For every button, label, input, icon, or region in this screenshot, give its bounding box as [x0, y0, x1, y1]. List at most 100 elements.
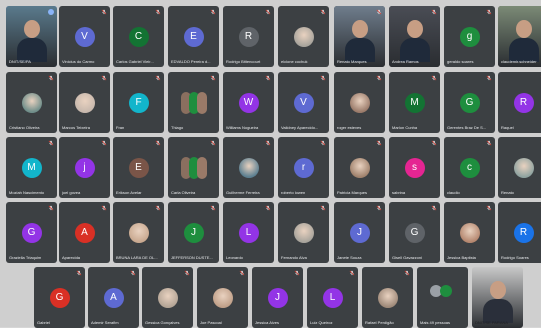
participant-tile[interactable]: claudemir.schneider — [498, 6, 541, 67]
pin-icon[interactable] — [48, 9, 54, 15]
participant-tile[interactable]: Joe Pascoal — [197, 267, 248, 328]
participant-tile[interactable]: Renato — [498, 137, 541, 198]
participant-tile[interactable]: j joel govea — [59, 137, 110, 198]
participant-avatar: G — [49, 288, 70, 308]
participant-tile[interactable]: V Vinicius do Carmo — [59, 6, 110, 67]
person-silhouette — [515, 20, 532, 38]
mic-off-icon — [155, 9, 161, 15]
participant-tile[interactable]: elcione cochuk — [278, 6, 329, 67]
participant-avatar: M — [404, 93, 425, 113]
participant-tile[interactable]: DNIT/SE PARANA — [472, 267, 523, 328]
participant-name: claudemir.schneider — [501, 59, 537, 64]
participant-tile[interactable]: G Graziella Triaquim — [6, 202, 57, 263]
participant-tile[interactable]: Rafael Perdigão — [362, 267, 413, 328]
participant-avatar: G — [404, 223, 425, 243]
participant-name: Carla Oliveira — [171, 190, 196, 195]
participant-tile[interactable]: Mais 49 pessoas — [417, 267, 468, 328]
participant-tile[interactable]: Carla Oliveira — [168, 137, 219, 198]
person-silhouette — [351, 20, 368, 38]
participant-name: Vaildney Aparecido... — [281, 125, 319, 130]
participant-avatar: G — [21, 223, 42, 243]
mic-off-icon — [101, 140, 107, 146]
profile-photo — [349, 93, 370, 113]
participant-name: Erikson Avelar — [116, 190, 142, 195]
participant-tile[interactable]: R Rodrigo Bittencourt — [223, 6, 274, 67]
profile-photo — [293, 223, 314, 243]
participant-avatar: E — [128, 158, 149, 178]
participant-avatar: M — [21, 158, 42, 178]
participant-name: Guilherme Ferreira — [226, 190, 260, 195]
mic-off-icon — [320, 9, 326, 15]
participant-tile[interactable]: g geraldo soares — [444, 6, 495, 67]
participant-name: Andrea Ramos — [392, 59, 419, 64]
participant-tile[interactable]: M Moziah Nascimento — [6, 137, 57, 198]
participant-tile[interactable]: L Leonardo — [223, 202, 274, 263]
participant-tile[interactable]: R Rodrigo Soares — [498, 202, 541, 263]
participant-avatar: A — [103, 288, 124, 308]
participant-avatar: J — [267, 288, 288, 308]
participant-tile[interactable]: Guilherme Ferreira — [223, 137, 274, 198]
participant-tile[interactable]: L Luiz Queiroz — [307, 267, 358, 328]
participant-name: Fernando Alva — [281, 255, 307, 260]
participant-tile[interactable]: J Janete Souza — [334, 202, 385, 263]
participant-avatar: A — [74, 223, 95, 243]
participant-tile[interactable]: V Vaildney Aparecido... — [278, 72, 329, 133]
participant-name: BRUNA LARA DE OL... — [116, 255, 158, 260]
participant-avatar: V — [293, 93, 314, 113]
participant-tile[interactable]: G Gisell Gavazzoni — [389, 202, 440, 263]
mic-off-icon — [376, 75, 382, 81]
mic-off-icon — [349, 270, 355, 276]
participant-tile[interactable]: E Erikson Avelar — [113, 137, 164, 198]
participant-tile[interactable]: C Carlos Gabriel Vieir... — [113, 6, 164, 67]
participant-name: Ademir Serafim — [91, 320, 119, 325]
mic-off-icon — [210, 205, 216, 211]
participant-tile[interactable]: J Jessica Alves — [252, 267, 303, 328]
participant-tile[interactable]: Cristiano Oliveira — [6, 72, 57, 133]
participant-tile[interactable]: Renato Marques — [334, 6, 385, 67]
participant-tile[interactable]: A Ademir Serafim — [88, 267, 139, 328]
mic-off-icon — [210, 9, 216, 15]
mic-off-icon — [210, 140, 216, 146]
participant-tile[interactable]: DNIT/SE/PA — [6, 6, 57, 67]
participant-tile[interactable]: Patricia Marques — [334, 137, 385, 198]
person-silhouette — [489, 281, 506, 299]
participant-tile[interactable]: Marcos Teixeira — [59, 72, 110, 133]
participant-tile[interactable]: Gessica Gonçalves — [142, 267, 193, 328]
participant-name: Cristiano Oliveira — [9, 125, 40, 130]
profile-photo — [128, 223, 149, 243]
mic-off-icon — [486, 75, 492, 81]
participant-tile[interactable]: Thiago — [168, 72, 219, 133]
participant-tile[interactable]: Jessica Baptista — [444, 202, 495, 263]
mic-off-icon — [210, 75, 216, 81]
participant-name: Rafael Perdigão — [365, 320, 394, 325]
participant-tile[interactable]: Fernando Alva — [278, 202, 329, 263]
participant-tile[interactable]: F Fran — [113, 72, 164, 133]
participant-tile[interactable]: M Marlon Cunha — [389, 72, 440, 133]
participant-name: Thiago — [171, 125, 184, 130]
participant-avatar: R — [513, 93, 534, 113]
participant-name: Rodrigo Bittencourt — [226, 59, 261, 64]
participant-tile[interactable]: c claudio — [444, 137, 495, 198]
participant-tile[interactable]: s sabrina — [389, 137, 440, 198]
mic-off-icon — [431, 75, 437, 81]
mic-off-icon — [48, 140, 54, 146]
participant-tile[interactable]: G Gabriel — [34, 267, 85, 328]
participant-tile[interactable]: r roberto lowen — [278, 137, 329, 198]
participant-tile[interactable]: BRUNA LARA DE OL... — [113, 202, 164, 263]
mic-off-icon — [265, 205, 271, 211]
participant-tile[interactable]: W Williams Nogueira — [223, 72, 274, 133]
participant-tile[interactable]: Andrea Ramos — [389, 6, 440, 67]
participant-tile[interactable]: R Raquel — [498, 72, 541, 133]
participant-name: Joe Pascoal — [200, 320, 222, 325]
participant-tile[interactable]: E EDVALDO Pereira d... — [168, 6, 219, 67]
participant-tile[interactable]: J JEFFERSON DUSTE... — [168, 202, 219, 263]
participant-tile[interactable]: G Gerentes Braz De S... — [444, 72, 495, 133]
participant-tile[interactable]: roger esteves — [334, 72, 385, 133]
participant-name: claudio — [447, 190, 460, 195]
group-photo — [180, 157, 207, 179]
participant-tile[interactable]: A Aparecida — [59, 202, 110, 263]
participant-avatar: G — [459, 93, 480, 113]
participant-avatar: W — [238, 93, 259, 113]
mic-off-icon — [486, 205, 492, 211]
participant-name: Marcos Teixeira — [62, 125, 90, 130]
